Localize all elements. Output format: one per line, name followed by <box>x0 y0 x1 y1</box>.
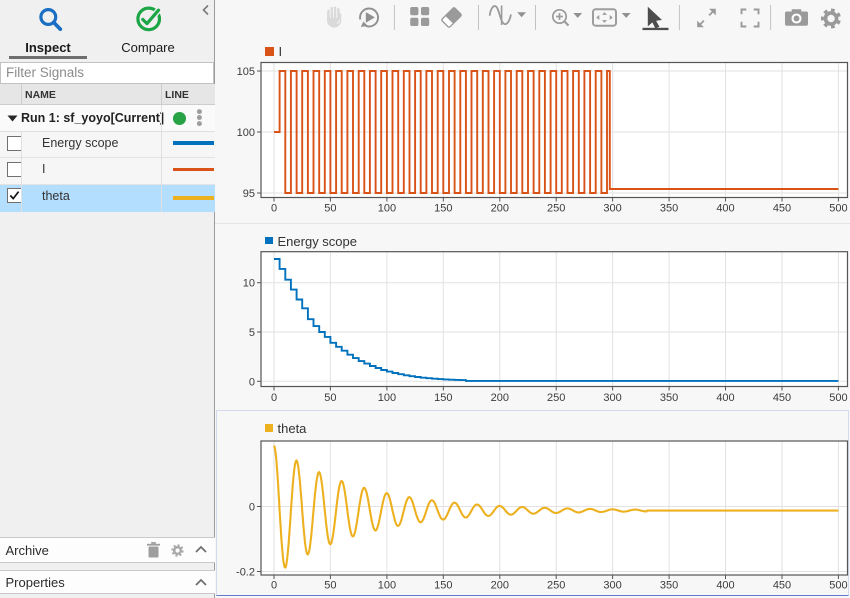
svg-text:250: 250 <box>547 392 565 404</box>
svg-text:50: 50 <box>324 580 336 592</box>
svg-text:100: 100 <box>378 580 396 592</box>
svg-text:0: 0 <box>271 392 277 404</box>
svg-text:350: 350 <box>660 392 678 404</box>
svg-text:250: 250 <box>547 203 565 215</box>
svg-text:100: 100 <box>378 392 396 404</box>
svg-text:95: 95 <box>243 188 255 200</box>
svg-text:200: 200 <box>491 203 509 215</box>
svg-text:0: 0 <box>271 580 277 592</box>
svg-text:50: 50 <box>324 203 336 215</box>
svg-text:0: 0 <box>249 376 255 388</box>
svg-text:150: 150 <box>434 580 452 592</box>
svg-text:150: 150 <box>434 392 452 404</box>
svg-text:50: 50 <box>324 392 336 404</box>
svg-text:0: 0 <box>249 502 255 514</box>
svg-text:300: 300 <box>603 392 621 404</box>
svg-text:150: 150 <box>434 203 452 215</box>
svg-text:400: 400 <box>716 392 734 404</box>
svg-text:200: 200 <box>491 580 509 592</box>
svg-text:500: 500 <box>829 203 847 215</box>
svg-text:500: 500 <box>829 580 847 592</box>
svg-text:350: 350 <box>660 580 678 592</box>
svg-text:450: 450 <box>773 203 791 215</box>
svg-text:105: 105 <box>237 66 255 78</box>
svg-text:10: 10 <box>243 278 255 290</box>
svg-text:5: 5 <box>249 327 255 339</box>
svg-text:450: 450 <box>773 392 791 404</box>
svg-text:350: 350 <box>660 203 678 215</box>
svg-text:100: 100 <box>237 127 255 139</box>
svg-text:300: 300 <box>603 580 621 592</box>
svg-text:400: 400 <box>716 580 734 592</box>
svg-text:0: 0 <box>271 203 277 215</box>
svg-text:500: 500 <box>829 392 847 404</box>
svg-text:300: 300 <box>603 203 621 215</box>
svg-text:200: 200 <box>491 392 509 404</box>
svg-text:100: 100 <box>378 203 396 215</box>
svg-text:250: 250 <box>547 580 565 592</box>
svg-text:400: 400 <box>716 203 734 215</box>
svg-text:450: 450 <box>773 580 791 592</box>
svg-text:-0.2: -0.2 <box>236 567 255 579</box>
